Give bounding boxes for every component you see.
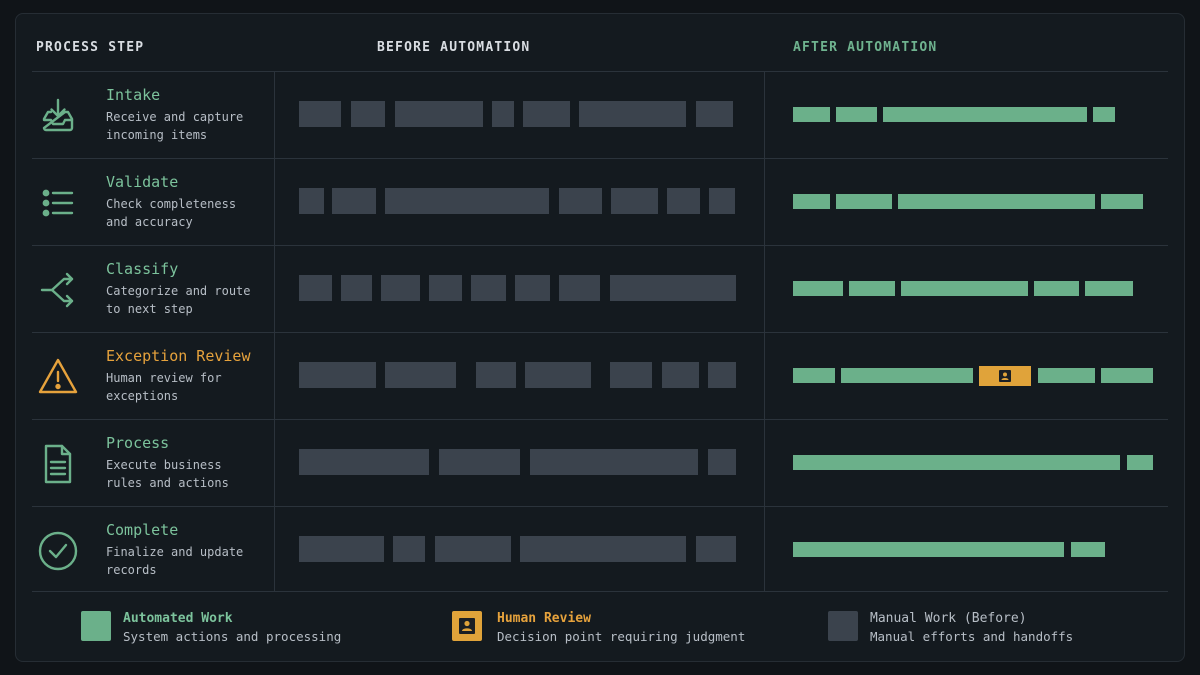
manual-work-segment [385,362,456,388]
manual-work-segment [709,188,735,214]
manual-work-segment [696,536,736,562]
automated-work-segment [793,455,1120,470]
manual-work-segment [708,449,736,475]
process-row-intake: Intake Receive and capture incoming items [32,72,1168,159]
manual-work-segment [520,536,686,562]
person-icon [459,618,475,634]
automated-work-segment [1101,194,1143,209]
legend-automated-desc: System actions and processing [123,629,342,644]
automated-work-segment [898,194,1095,209]
manual-work-segment [476,362,516,388]
legend-human-title: Human Review [497,611,591,626]
legend: Automated Work System actions and proces… [0,592,1200,672]
automated-work-segment [883,107,1087,122]
process-row-validate: Validate Check completeness and accuracy [32,159,1168,246]
automated-work-segment [793,107,830,122]
step-title: Exception Review [106,347,251,365]
manual-work-segment [299,188,324,214]
step-title: Classify [106,260,179,278]
header-process-step: PROCESS STEP [36,40,145,55]
automated-work-segment [836,194,892,209]
legend-manual-desc: Manual efforts and handoffs [870,629,1074,644]
inbox-download-icon [36,94,80,138]
automated-work-segment [1034,281,1079,296]
manual-work-segment [332,188,376,214]
manual-work-segment [525,362,591,388]
manual-work-segment [662,362,699,388]
process-row-classify: Classify Categorize and route to next ste… [32,246,1168,333]
manual-work-segment [435,536,511,562]
automated-work-segment [793,368,835,383]
manual-work-segment [395,101,483,127]
person-icon [999,370,1011,382]
manual-work-segment [696,101,733,127]
automated-work-segment [1071,542,1105,557]
step-title: Process [106,434,170,452]
automated-work-segment [1093,107,1115,122]
manual-work-segment [667,188,700,214]
automated-work-segment [1101,368,1153,383]
automated-work-segment [1085,281,1133,296]
manual-work-segment [708,362,736,388]
step-description: Execute business rules and actions [106,458,229,490]
legend-automated-title: Automated Work [123,611,233,626]
automated-work-segment [793,194,830,209]
automated-work-segment [1127,455,1153,470]
legend-human-swatch [452,611,482,641]
manual-work-segment [299,449,429,475]
manual-work-segment [530,449,698,475]
manual-work-segment [523,101,570,127]
manual-work-segment [299,101,341,127]
manual-work-segment [610,362,652,388]
automated-work-segment [793,281,843,296]
automated-work-segment [793,542,1064,557]
legend-manual-title: Manual Work (Before) [870,611,1027,626]
step-title: Complete [106,521,179,539]
manual-work-segment [299,536,384,562]
manual-work-segment [559,275,600,301]
manual-work-segment [351,101,385,127]
step-description: Human review for exceptions [106,371,222,403]
manual-work-segment [492,101,514,127]
header-before-automation: BEFORE AUTOMATION [377,40,531,55]
step-description: Finalize and update records [106,545,244,577]
step-description: Check completeness and accuracy [106,197,237,229]
human-review-segment [979,366,1031,386]
automated-work-segment [849,281,895,296]
manual-work-segment [299,362,376,388]
automated-work-segment [836,107,877,122]
manual-work-segment [385,188,549,214]
process-row-process: Process Execute business rules and action… [32,420,1168,507]
automated-work-segment [841,368,973,383]
step-title: Validate [106,173,179,191]
legend-automated-swatch [81,611,111,641]
automated-work-segment [1038,368,1095,383]
step-title: Intake [106,86,161,104]
legend-manual-swatch [828,611,858,641]
step-description: Categorize and route to next step [106,284,251,316]
manual-work-segment [611,188,658,214]
step-description: Receive and capture incoming items [106,110,244,142]
manual-work-segment [439,449,520,475]
legend-human-desc: Decision point requiring judgment [497,629,746,644]
manual-work-segment [299,275,332,301]
manual-work-segment [515,275,550,301]
document-icon [36,442,80,486]
manual-work-segment [341,275,372,301]
manual-work-segment [579,101,686,127]
warning-triangle-icon [36,355,80,399]
manual-work-segment [393,536,425,562]
manual-work-segment [471,275,506,301]
automated-work-segment [901,281,1028,296]
route-split-icon [36,268,80,312]
process-row-complete: Complete Finalize and update records [32,507,1168,594]
checklist-icon [36,181,80,225]
header-after-automation: AFTER AUTOMATION [793,40,938,55]
check-circle-icon [36,529,80,573]
manual-work-segment [381,275,420,301]
process-row-exception-review: Exception Review Human review for excepti… [32,333,1168,420]
manual-work-segment [429,275,462,301]
manual-work-segment [559,188,602,214]
manual-work-segment [610,275,736,301]
